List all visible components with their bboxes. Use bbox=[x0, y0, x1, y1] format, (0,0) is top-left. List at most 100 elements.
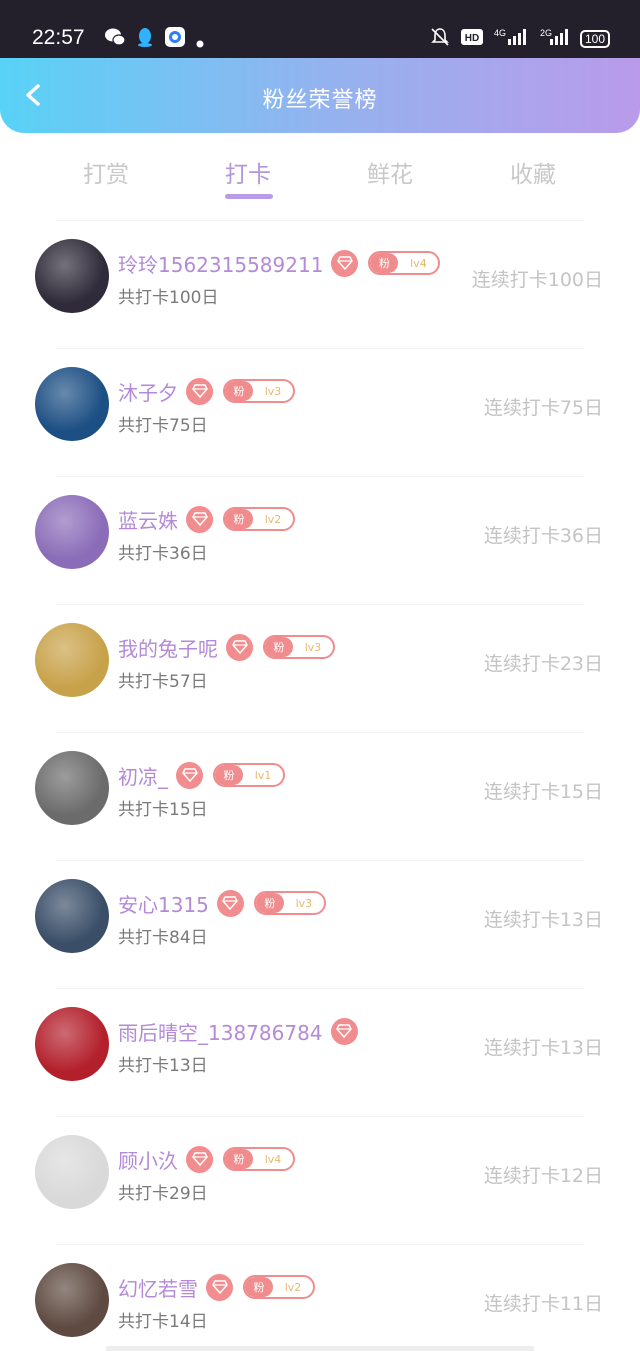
fan-level-badge: 粉 lv4 bbox=[223, 1147, 295, 1171]
avatar[interactable] bbox=[35, 239, 109, 313]
fan-name[interactable]: 幻忆若雪 bbox=[118, 1273, 198, 1302]
fan-name-line: 幻忆若雪 粉 lv2 bbox=[118, 1273, 315, 1302]
fan-name-line: 玲玲1562315589211 粉 lv4 bbox=[118, 249, 441, 278]
fan-level-badge: 粉 lv3 bbox=[223, 379, 295, 403]
diamond-icon bbox=[226, 633, 253, 661]
battery-icon: 100 bbox=[579, 30, 610, 48]
signal-4g-icon: 4G bbox=[494, 27, 530, 51]
tab-bar: 打赏 打卡 鲜花 收藏 bbox=[0, 133, 640, 211]
fan-level: lv3 bbox=[295, 896, 313, 910]
tab-checkin[interactable]: 打卡 bbox=[178, 155, 318, 189]
total-checkins: 共打卡15日 bbox=[118, 800, 208, 820]
diamond-icon bbox=[206, 1273, 233, 1301]
fan-badge-label: 粉 bbox=[370, 253, 399, 273]
fan-row-content: 我的兔子呢 粉 lv3 共打卡57日 连续打卡23日 bbox=[35, 623, 603, 699]
fan-badge-label: 粉 bbox=[225, 509, 253, 529]
fan-level: lv1 bbox=[254, 768, 272, 782]
streak-checkins: 连续打卡15日 bbox=[483, 781, 603, 803]
fan-level-badge: 粉 lv1 bbox=[213, 763, 285, 787]
diamond-icon bbox=[176, 761, 203, 789]
fan-level: lv3 bbox=[304, 640, 322, 654]
fan-badge-label: 粉 bbox=[245, 1277, 273, 1297]
fan-name-line: 沐子夕 粉 lv3 bbox=[118, 377, 295, 406]
fan-name[interactable]: 顾小汣 bbox=[118, 1145, 178, 1174]
fan-badge-label: 粉 bbox=[265, 637, 293, 657]
fan-row[interactable]: 幻忆若雪 粉 lv2 共打卡14日 连续打卡11日 bbox=[35, 1244, 603, 1351]
avatar[interactable] bbox=[35, 495, 109, 569]
fan-row[interactable]: 初凉_ 粉 lv1 共打卡15日 连续打卡15日 bbox=[35, 732, 603, 860]
fan-row-content: 雨后晴空_138786784 共打卡13日 连续打卡13日 bbox=[35, 1007, 603, 1083]
fan-name[interactable]: 雨后晴空_138786784 bbox=[118, 1017, 323, 1046]
fan-row-content: 幻忆若雪 粉 lv2 共打卡14日 连续打卡11日 bbox=[35, 1263, 603, 1339]
fan-name[interactable]: 玲玲1562315589211 bbox=[118, 249, 323, 278]
streak-checkins: 连续打卡13日 bbox=[483, 909, 603, 931]
fan-name-line: 我的兔子呢 粉 lv3 bbox=[118, 633, 335, 662]
status-time: 22:57 bbox=[32, 26, 85, 49]
fan-level-badge: 粉 lv2 bbox=[243, 1275, 315, 1299]
fan-name[interactable]: 安心1315 bbox=[118, 889, 209, 918]
fan-name[interactable]: 我的兔子呢 bbox=[118, 633, 218, 662]
diamond-icon bbox=[331, 249, 359, 277]
fan-row[interactable]: 玲玲1562315589211 粉 lv4 共打卡100日 连续打卡100日 bbox=[35, 220, 603, 348]
svg-text:4G: 4G bbox=[494, 28, 506, 38]
diamond-icon bbox=[186, 505, 213, 533]
fan-row-content: 蓝云姝 粉 lv2 共打卡36日 连续打卡36日 bbox=[35, 495, 603, 571]
fan-row[interactable]: 蓝云姝 粉 lv2 共打卡36日 连续打卡36日 bbox=[35, 476, 603, 604]
page-title: 粉丝荣誉榜 bbox=[262, 88, 378, 113]
dot-icon bbox=[196, 33, 204, 48]
total-checkins: 共打卡100日 bbox=[118, 288, 219, 308]
tab-favorites[interactable]: 收藏 bbox=[463, 155, 603, 189]
fan-level: lv2 bbox=[264, 512, 282, 526]
avatar[interactable] bbox=[35, 1007, 109, 1081]
fan-badge-label: 粉 bbox=[225, 381, 253, 401]
status-bar: 22:57 HD 4G 2G 100 bbox=[0, 0, 640, 58]
total-checkins: 共打卡36日 bbox=[118, 544, 208, 564]
streak-checkins: 连续打卡12日 bbox=[483, 1165, 603, 1187]
fan-row[interactable]: 雨后晴空_138786784 共打卡13日 连续打卡13日 bbox=[35, 988, 603, 1116]
total-checkins: 共打卡84日 bbox=[118, 928, 208, 948]
total-checkins: 共打卡75日 bbox=[118, 416, 208, 436]
fan-row[interactable]: 我的兔子呢 粉 lv3 共打卡57日 连续打卡23日 bbox=[35, 604, 603, 732]
fan-name-line: 蓝云姝 粉 lv2 bbox=[118, 505, 295, 534]
streak-checkins: 连续打卡75日 bbox=[483, 397, 603, 419]
avatar[interactable] bbox=[35, 1263, 109, 1337]
fan-name[interactable]: 沐子夕 bbox=[118, 377, 178, 406]
fan-name-line: 顾小汣 粉 lv4 bbox=[118, 1145, 295, 1174]
fan-list: 玲玲1562315589211 粉 lv4 共打卡100日 连续打卡100日 沐… bbox=[0, 220, 640, 1351]
fan-level: lv3 bbox=[264, 384, 282, 398]
fan-row[interactable]: 顾小汣 粉 lv4 共打卡29日 连续打卡12日 bbox=[35, 1116, 603, 1244]
fan-level-badge: 粉 lv3 bbox=[263, 635, 335, 659]
streak-checkins: 连续打卡36日 bbox=[483, 525, 603, 547]
qq-icon bbox=[134, 26, 156, 48]
avatar[interactable] bbox=[35, 751, 109, 825]
total-checkins: 共打卡14日 bbox=[118, 1312, 208, 1332]
fan-level: lv4 bbox=[410, 256, 427, 270]
app-icon bbox=[164, 26, 186, 48]
tab-flowers[interactable]: 鲜花 bbox=[320, 155, 460, 189]
diamond-icon bbox=[330, 1017, 358, 1045]
fan-badge-label: 粉 bbox=[215, 765, 243, 785]
fan-row-content: 初凉_ 粉 lv1 共打卡15日 连续打卡15日 bbox=[35, 751, 603, 827]
fan-name[interactable]: 蓝云姝 bbox=[118, 505, 178, 534]
avatar[interactable] bbox=[35, 879, 109, 953]
svg-text:HD: HD bbox=[465, 33, 479, 44]
streak-checkins: 连续打卡13日 bbox=[483, 1037, 603, 1059]
avatar[interactable] bbox=[35, 1135, 109, 1209]
tab-reward[interactable]: 打赏 bbox=[36, 155, 176, 189]
signal-2g-icon: 2G bbox=[540, 27, 570, 51]
fan-name[interactable]: 初凉_ bbox=[118, 761, 168, 790]
fan-row[interactable]: 安心1315 粉 lv3 共打卡84日 连续打卡13日 bbox=[35, 860, 603, 988]
status-indicators: HD 4G 2G 100 bbox=[430, 27, 610, 51]
streak-checkins: 连续打卡11日 bbox=[483, 1293, 603, 1315]
mute-bell-icon bbox=[430, 27, 450, 51]
avatar[interactable] bbox=[35, 367, 109, 441]
fan-row-content: 玲玲1562315589211 粉 lv4 共打卡100日 连续打卡100日 bbox=[35, 239, 603, 315]
avatar[interactable] bbox=[35, 623, 109, 697]
battery-level: 100 bbox=[579, 30, 610, 48]
header-bar: 粉丝荣誉榜 bbox=[0, 58, 640, 133]
streak-checkins: 连续打卡23日 bbox=[483, 653, 603, 675]
streak-checkins: 连续打卡100日 bbox=[471, 269, 603, 291]
fan-row[interactable]: 沐子夕 粉 lv3 共打卡75日 连续打卡75日 bbox=[35, 348, 603, 476]
scrollbar[interactable] bbox=[106, 1346, 534, 1351]
fan-badge-label: 粉 bbox=[255, 893, 284, 913]
